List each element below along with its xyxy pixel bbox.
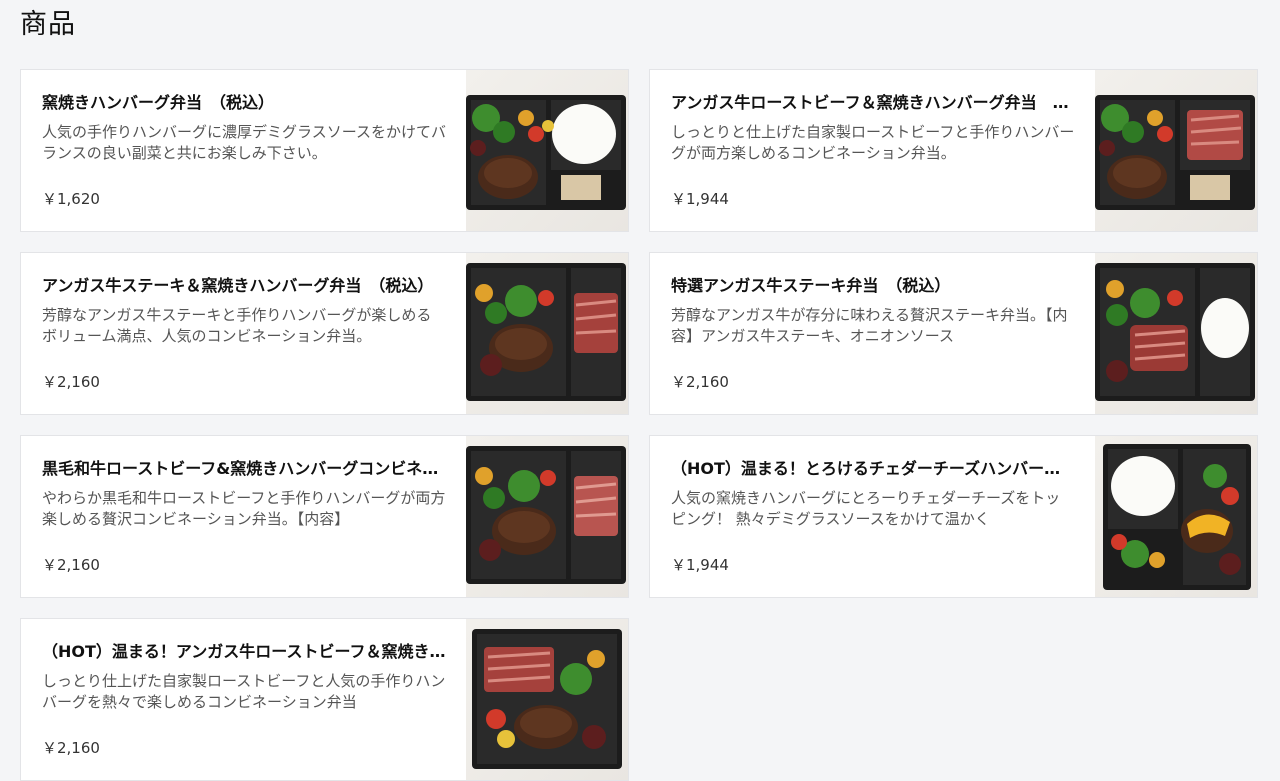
product-title: アンガス牛ローストビーフ＆窯焼きハンバーグ弁当 （税込）	[671, 93, 1075, 112]
page-title: 商品	[20, 9, 76, 40]
product-title: （HOT）温まる！とろけるチェダーチーズハンバーグ弁当	[671, 459, 1075, 478]
product-price: ￥2,160	[42, 739, 100, 757]
product-card-body: 特選アンガス牛ステーキ弁当 （税込） 芳醇なアンガス牛が存分に味わえる贅沢ステー…	[671, 275, 1075, 347]
product-price: ￥1,944	[671, 556, 729, 574]
product-title: 黒毛和牛ローストビーフ&窯焼きハンバーグコンビネーション弁当	[42, 459, 446, 478]
product-grid: 窯焼きハンバーグ弁当 （税込） 人気の手作りハンバーグに濃厚デミグラスソースをか…	[20, 69, 1258, 781]
product-card[interactable]: 特選アンガス牛ステーキ弁当 （税込） 芳醇なアンガス牛が存分に味わえる贅沢ステー…	[649, 252, 1258, 415]
product-card[interactable]: 黒毛和牛ローストビーフ&窯焼きハンバーグコンビネーション弁当 やわらか黒毛和牛ロ…	[20, 435, 629, 598]
product-card[interactable]: （HOT）温まる！とろけるチェダーチーズハンバーグ弁当 人気の窯焼きハンバーグに…	[649, 435, 1258, 598]
product-card[interactable]: （HOT）温まる！アンガス牛ローストビーフ＆窯焼きハンバーグ弁当 しっとり仕上げ…	[20, 618, 629, 781]
product-image[interactable]	[466, 436, 628, 597]
product-description: 芳醇なアンガス牛ステーキと手作りハンバーグが楽しめるボリューム満点、人気のコンビ…	[42, 306, 432, 345]
product-price: ￥1,944	[671, 190, 729, 208]
product-card-body: 窯焼きハンバーグ弁当 （税込） 人気の手作りハンバーグに濃厚デミグラスソースをか…	[42, 92, 446, 164]
product-card-body: 黒毛和牛ローストビーフ&窯焼きハンバーグコンビネーション弁当 やわらか黒毛和牛ロ…	[42, 458, 446, 530]
product-price: ￥2,160	[42, 373, 100, 391]
product-page: 商品 窯焼きハンバーグ弁当 （税込） 人気の手作りハンバーグに濃厚デミグラスソー…	[0, 0, 1280, 781]
product-card-body: （HOT）温まる！アンガス牛ローストビーフ＆窯焼きハンバーグ弁当 しっとり仕上げ…	[42, 641, 446, 713]
product-image[interactable]	[1095, 253, 1257, 414]
product-card[interactable]: アンガス牛ローストビーフ＆窯焼きハンバーグ弁当 （税込） しっとりと仕上げた自家…	[649, 69, 1258, 232]
product-description: やわらか黒毛和牛ローストビーフと手作りハンバーグが両方楽しめる贅沢コンビネーショ…	[42, 489, 446, 528]
product-description: 人気の手作りハンバーグに濃厚デミグラスソースをかけてバランスの良い副菜と共にお楽…	[42, 123, 446, 162]
product-card-body: アンガス牛ステーキ＆窯焼きハンバーグ弁当 （税込） 芳醇なアンガス牛ステーキと手…	[42, 275, 446, 347]
product-price: ￥2,160	[42, 556, 100, 574]
product-title: 窯焼きハンバーグ弁当 （税込）	[42, 93, 275, 112]
product-description: 芳醇なアンガス牛が存分に味わえる贅沢ステーキ弁当。【内容】アンガス牛ステーキ、オ…	[671, 306, 1068, 345]
product-price: ￥1,620	[42, 190, 100, 208]
product-description: しっとりと仕上げた自家製ローストビーフと手作りハンバーグが両方楽しめるコンビネー…	[671, 123, 1075, 162]
product-card[interactable]: 窯焼きハンバーグ弁当 （税込） 人気の手作りハンバーグに濃厚デミグラスソースをか…	[20, 69, 629, 232]
product-image[interactable]	[466, 619, 628, 780]
product-title: 特選アンガス牛ステーキ弁当 （税込）	[671, 276, 951, 295]
product-description: しっとり仕上げた自家製ローストビーフと人気の手作りハンバーグを熱々で楽しめるコン…	[42, 672, 446, 711]
product-image[interactable]	[466, 70, 628, 231]
product-title: （HOT）温まる！アンガス牛ローストビーフ＆窯焼きハンバーグ弁当	[42, 642, 446, 661]
product-card[interactable]: アンガス牛ステーキ＆窯焼きハンバーグ弁当 （税込） 芳醇なアンガス牛ステーキと手…	[20, 252, 629, 415]
product-card-body: アンガス牛ローストビーフ＆窯焼きハンバーグ弁当 （税込） しっとりと仕上げた自家…	[671, 92, 1075, 164]
product-price: ￥2,160	[671, 373, 729, 391]
product-card-body: （HOT）温まる！とろけるチェダーチーズハンバーグ弁当 人気の窯焼きハンバーグに…	[671, 458, 1075, 530]
product-image[interactable]	[1095, 436, 1257, 597]
product-image[interactable]	[1095, 70, 1257, 231]
product-image[interactable]	[466, 253, 628, 414]
product-title: アンガス牛ステーキ＆窯焼きハンバーグ弁当 （税込）	[42, 276, 434, 295]
product-description: 人気の窯焼きハンバーグにとろーりチェダーチーズをトッピング！ 熱々デミグラスソー…	[671, 489, 1061, 528]
